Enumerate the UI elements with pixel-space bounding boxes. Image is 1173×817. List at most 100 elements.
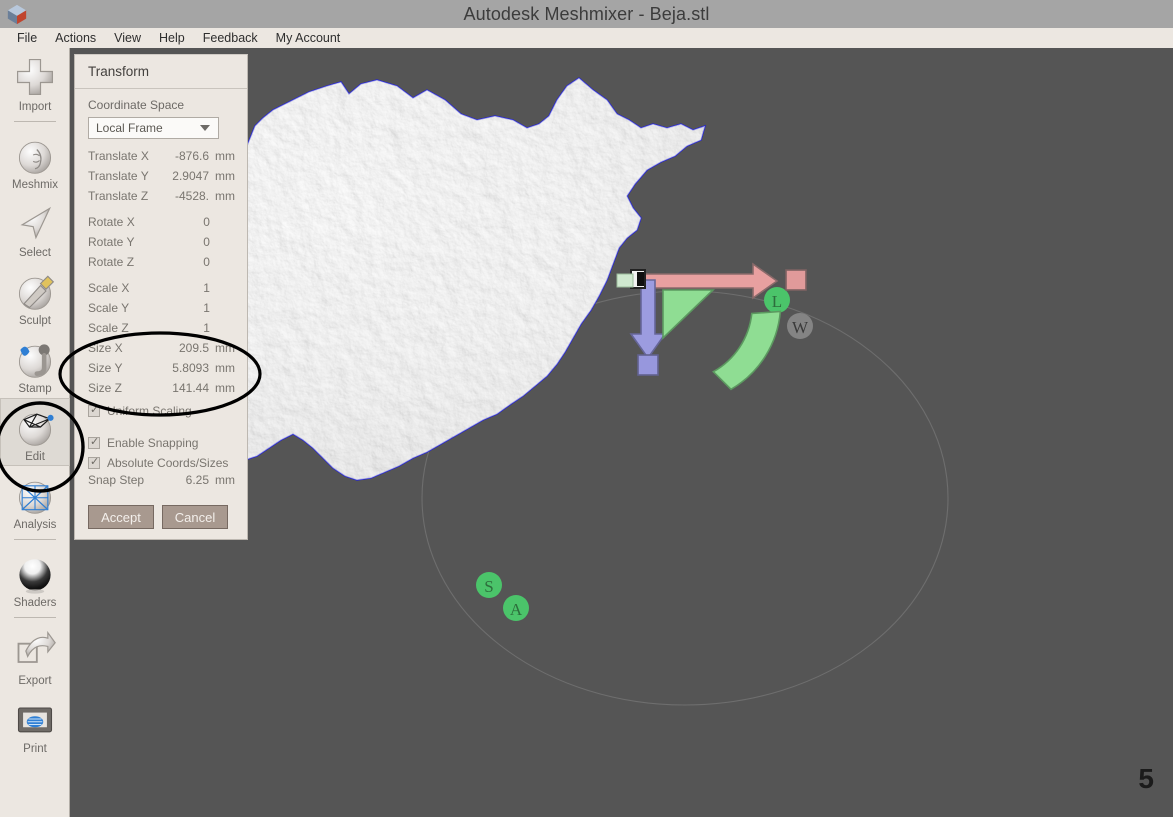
unit-size-z: mm (215, 381, 235, 395)
value-rotate-y[interactable]: 0 (157, 235, 210, 249)
enable-snapping-checkbox-row[interactable]: Enable Snapping (88, 433, 235, 453)
marker-a[interactable]: A (503, 595, 529, 621)
value-size-x[interactable]: 209.5 (156, 341, 209, 355)
coordinate-space-value: Local Frame (96, 121, 163, 135)
tool-edit[interactable]: Edit (0, 398, 70, 466)
menu-help[interactable]: Help (150, 28, 194, 48)
menu-view[interactable]: View (105, 28, 150, 48)
rail-divider (13, 617, 56, 618)
absolute-coords-checkbox-row[interactable]: Absolute Coords/Sizes (88, 453, 235, 473)
value-rotate-z[interactable]: 0 (157, 255, 210, 269)
edit-mesh-sphere-icon (18, 413, 54, 446)
menu-feedback[interactable]: Feedback (194, 28, 267, 48)
brush-sphere-icon (18, 275, 55, 310)
tool-label-analysis: Analysis (13, 519, 57, 531)
transform-gizmo[interactable] (616, 262, 807, 395)
tool-label-stamp: Stamp (18, 383, 52, 395)
page-number: 5 (1138, 763, 1154, 794)
row-translate-x[interactable]: Translate X -876.6 mm (88, 149, 235, 169)
wireframe-sphere-icon (18, 481, 52, 514)
tool-label-shaders: Shaders (13, 597, 57, 609)
label-translate-y: Translate Y (88, 169, 149, 183)
tool-export[interactable]: Export (0, 622, 70, 690)
unit-translate-x: mm (215, 149, 235, 163)
gizmo-origin-handle[interactable] (616, 269, 646, 289)
size-rows-group: Size X 209.5 mm Size Y 5.8093 mm Size Z 141.44 m… (88, 341, 235, 401)
export-arrow-icon (17, 630, 56, 663)
value-translate-y[interactable]: 2.9047 (156, 169, 209, 183)
tool-print[interactable]: Print (0, 690, 70, 758)
meshmixer-window: Autodesk Meshmixer - Beja.stl File Action… (0, 0, 1173, 817)
tool-rail: Import Meshmix Select Sculpt Stamp Edit … (0, 48, 70, 817)
label-size-z: Size Z (88, 381, 123, 395)
row-scale-x[interactable]: Scale X 1 (88, 281, 235, 301)
row-size-x[interactable]: Size X 209.5 mm (88, 341, 235, 361)
value-size-y[interactable]: 5.8093 (156, 361, 209, 375)
uniform-scaling-checkbox-row[interactable]: Uniform Scaling (88, 401, 235, 421)
enable-snapping-label: Enable Snapping (107, 436, 199, 450)
marker-label-w: W (792, 318, 809, 337)
plus-icon (16, 58, 54, 96)
transform-panel: Transform Coordinate Space Local Frame T… (74, 54, 248, 540)
row-rotate-y[interactable]: Rotate Y 0 (88, 235, 235, 255)
scale-rows-group: Scale X 1 Scale Y 1 Scale Z 1 (88, 281, 235, 341)
absolute-coords-checkbox[interactable] (88, 455, 100, 469)
marker-w[interactable]: W (787, 313, 813, 339)
menu-my-account[interactable]: My Account (267, 28, 350, 48)
cancel-button[interactable]: Cancel (162, 505, 228, 529)
window-title: Autodesk Meshmixer - Beja.stl (463, 3, 710, 24)
tool-shaders[interactable]: Shaders (0, 544, 70, 612)
tool-label-meshmix: Meshmix (11, 179, 58, 191)
tool-stamp[interactable]: Stamp (0, 330, 70, 398)
marker-s[interactable]: S (476, 572, 502, 598)
label-size-x: Size X (88, 341, 123, 355)
coordinate-space-select[interactable]: Local Frame (88, 117, 219, 139)
uniform-scaling-checkbox[interactable] (88, 403, 100, 417)
value-scale-z[interactable]: 1 (157, 321, 210, 335)
rail-divider (13, 539, 56, 540)
row-scale-y[interactable]: Scale Y 1 (88, 301, 235, 321)
value-translate-x[interactable]: -876.6 (156, 149, 209, 163)
row-rotate-z[interactable]: Rotate Z 0 (88, 255, 235, 275)
value-translate-z[interactable]: -4528. (156, 189, 209, 203)
snap-step-value[interactable]: 6.25 (156, 473, 209, 487)
snap-step-unit: mm (215, 473, 235, 487)
value-size-z[interactable]: 141.44 (156, 381, 209, 395)
gizmo-rotate-arc[interactable] (711, 303, 782, 394)
snap-step-label: Snap Step (88, 473, 145, 487)
row-scale-z[interactable]: Scale Z 1 (88, 321, 235, 341)
label-rotate-z: Rotate Z (88, 255, 135, 269)
value-rotate-x[interactable]: 0 (157, 215, 210, 229)
tool-sculpt[interactable]: Sculpt (0, 262, 70, 330)
unit-size-x: mm (215, 341, 235, 355)
tool-label-export: Export (18, 675, 52, 687)
label-scale-z: Scale Z (88, 321, 129, 335)
row-size-y[interactable]: Size Y 5.8093 mm (88, 361, 235, 381)
shaded-sphere-icon (19, 559, 51, 594)
row-size-z[interactable]: Size Z 141.44 mm (88, 381, 235, 401)
marker-l[interactable]: L (764, 287, 790, 313)
tool-label-import: Import (18, 101, 52, 113)
value-scale-y[interactable]: 1 (157, 301, 210, 315)
menu-actions[interactable]: Actions (46, 28, 105, 48)
enable-snapping-checkbox[interactable] (88, 435, 100, 449)
tool-analysis[interactable]: Analysis (0, 466, 70, 534)
menu-file[interactable]: File (8, 28, 46, 48)
label-scale-y: Scale Y (88, 301, 130, 315)
row-rotate-x[interactable]: Rotate X 0 (88, 215, 235, 235)
row-translate-z[interactable]: Translate Z -4528. mm (88, 189, 235, 209)
accept-button[interactable]: Accept (88, 505, 154, 529)
tool-import[interactable]: Import (0, 48, 70, 116)
panel-title: Transform (75, 55, 247, 89)
tool-label-edit: Edit (25, 451, 45, 463)
label-rotate-y: Rotate Y (88, 235, 135, 249)
tool-meshmix[interactable]: Meshmix (0, 126, 70, 194)
row-translate-y[interactable]: Translate Y 2.9047 mm (88, 169, 235, 189)
snap-step-row[interactable]: Snap Step 6.25 mm (88, 473, 235, 493)
value-scale-x[interactable]: 1 (157, 281, 210, 295)
tool-select[interactable]: Select (0, 194, 70, 262)
label-rotate-x: Rotate X (88, 215, 135, 229)
rotate-rows-group: Rotate X 0 Rotate Y 0 Rotate Z 0 (88, 215, 235, 275)
unit-translate-z: mm (215, 189, 235, 203)
gizmo-plane-handle[interactable] (662, 289, 715, 340)
